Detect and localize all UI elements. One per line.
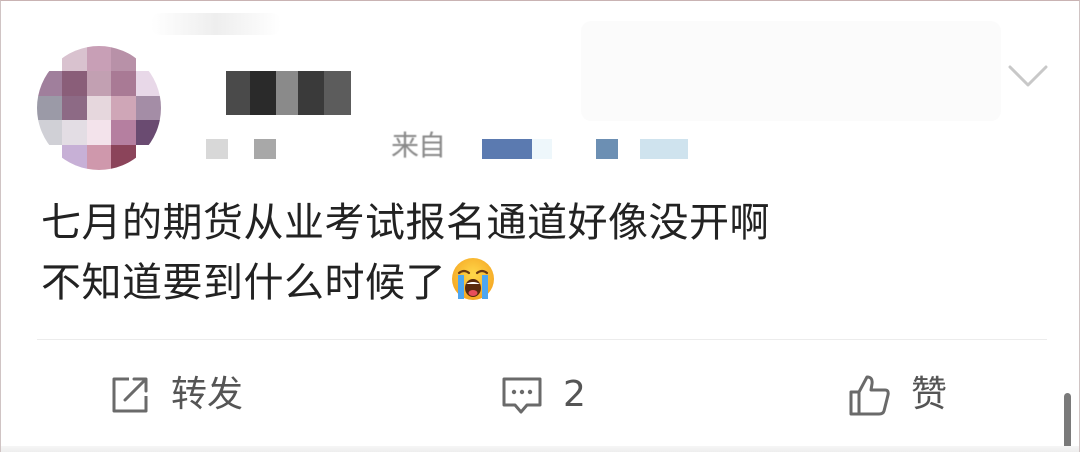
- comment-icon: [502, 377, 542, 414]
- chevron-down-icon[interactable]: [1007, 63, 1049, 89]
- bottom-edge: [1, 446, 1079, 452]
- faded-banner: [581, 21, 1001, 121]
- share-icon: [112, 377, 148, 413]
- like-button[interactable]: 赞: [847, 367, 947, 423]
- source-name-blurred[interactable]: [482, 139, 532, 159]
- loudly-crying-face-icon: [452, 258, 494, 300]
- post-text-segment: 不知道要到什么时候了: [41, 260, 446, 306]
- timestamp-blurred: [206, 139, 228, 159]
- repost-button[interactable]: 转发: [107, 367, 243, 423]
- divider: [37, 339, 1047, 340]
- timestamp-blurred: [254, 139, 276, 159]
- post-text-line: 七月的期货从业考试报名通道好像没开啊: [41, 200, 770, 246]
- scrollbar[interactable]: [1064, 393, 1071, 452]
- thumbs-up-icon: [849, 375, 890, 416]
- comment-button[interactable]: 2: [499, 367, 586, 423]
- avatar[interactable]: [37, 46, 161, 170]
- source-name-blurred[interactable]: [596, 139, 618, 159]
- repost-label: 转发: [171, 374, 244, 415]
- source-name-blurred: [640, 139, 688, 159]
- username-blurred[interactable]: [206, 71, 351, 115]
- post-content: 七月的期货从业考试报名通道好像没开啊 不知道要到什么时候了: [41, 193, 941, 313]
- like-label: 赞: [911, 374, 948, 415]
- post-meta: 来自: [206, 129, 706, 169]
- blurred-smudge: [151, 13, 281, 35]
- source-label: 来自: [391, 129, 446, 162]
- source-name-blurred: [532, 139, 552, 159]
- weibo-post-card: 来自 七月的期货从业考试报名通道好像没开啊 不知道要到什么时候了 转发 2 赞: [0, 0, 1080, 452]
- post-text-line: 不知道要到什么时候了: [41, 253, 941, 313]
- comment-count: 2: [563, 374, 586, 415]
